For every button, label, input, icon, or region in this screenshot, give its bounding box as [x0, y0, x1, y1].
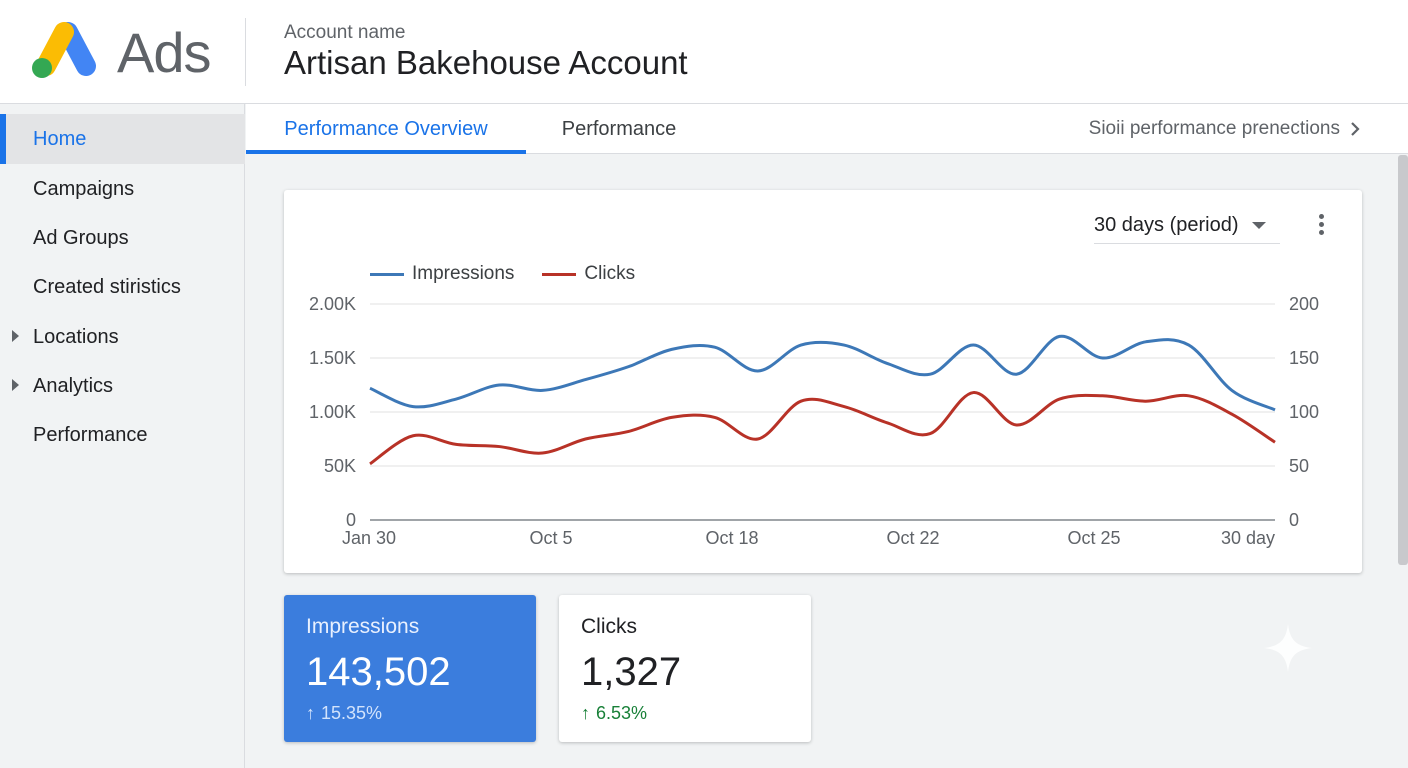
vertical-scrollbar[interactable]	[1398, 155, 1408, 565]
sidebar: Home Campaigns Ad Groups Created stirist…	[0, 104, 245, 768]
sidebar-item-analytics[interactable]: Analytics	[0, 361, 245, 411]
sidebar-item-label: Analytics	[33, 374, 114, 397]
stat-card-clicks[interactable]: Clicks 1,327 ↑ 6.53%	[559, 595, 811, 742]
sidebar-item-locations[interactable]: Locations	[0, 312, 245, 362]
legend-label: Clicks	[584, 263, 636, 284]
sidebar-item-created-stiristics[interactable]: Created stiristics	[0, 262, 245, 312]
x-tick-label: 30 day	[1221, 528, 1275, 548]
performance-chart-card: 0 0 50K 50 1.00K 100 1.50K 150 2.00K 200 Jan 30 Oct…	[284, 190, 1362, 573]
sidebar-item-ad-groups[interactable]: Ad Groups	[0, 213, 245, 263]
sidebar-item-label: Home	[33, 127, 87, 150]
top-header: Ads Account name Artisan Bakehouse Accou…	[0, 0, 1408, 104]
stat-change-value: 6.53%	[596, 703, 648, 723]
x-tick-label: Oct 25	[1067, 528, 1120, 548]
stat-card-impressions[interactable]: Impressions 143,502 ↑ 15.35%	[284, 595, 536, 742]
google-ads-logo-icon[interactable]	[28, 20, 98, 82]
sidebar-item-campaigns[interactable]: Campaigns	[0, 164, 245, 214]
arrow-up-icon: ↑	[581, 703, 590, 723]
y-left-tick-label: 50K	[324, 456, 356, 476]
sidebar-item-label: Locations	[33, 325, 119, 348]
y-right-tick-label: 200	[1289, 294, 1319, 314]
more-vert-icon[interactable]	[1308, 212, 1334, 240]
stat-label: Impressions	[306, 615, 420, 638]
x-tick-label: Oct 18	[705, 528, 758, 548]
x-tick-label: Jan 30	[342, 528, 396, 548]
tab-bar: Performance Overview Performance Sioii p…	[246, 104, 1408, 154]
arrow-up-icon: ↑	[306, 703, 315, 723]
caret-right-icon[interactable]	[12, 330, 19, 342]
legend-swatch	[542, 272, 577, 276]
tab-performance[interactable]: Performance	[526, 104, 712, 154]
sidebar-item-label: Performance	[33, 423, 148, 446]
dropdown-arrow-icon	[1252, 222, 1266, 229]
period-dropdown[interactable]: 30 days (period)	[1094, 208, 1280, 244]
tab-performance-overview[interactable]: Performance Overview	[246, 104, 526, 154]
account-name[interactable]: Artisan Bakehouse Account	[284, 44, 688, 82]
y-right-tick-label: 100	[1289, 402, 1319, 422]
sidebar-item-label: Campaigns	[33, 177, 135, 200]
y-right-tick-label: 150	[1289, 348, 1319, 368]
y-left-tick-label: 1.00K	[309, 402, 356, 422]
stat-change-value: 15.35%	[321, 703, 383, 723]
legend-item-impressions[interactable]: Impressions	[370, 263, 514, 285]
stat-value: 1,327	[581, 650, 682, 694]
x-tick-label: Oct 5	[529, 528, 572, 548]
y-right-tick-label: 0	[1289, 510, 1299, 530]
legend-swatch	[370, 272, 404, 276]
stat-label: Clicks	[581, 615, 637, 638]
sidebar-item-label: Created stiristics	[33, 275, 181, 298]
caret-right-icon[interactable]	[12, 379, 19, 391]
x-tick-label: Oct 22	[886, 528, 939, 548]
series-line-impressions	[369, 334, 1276, 412]
legend-label: Impressions	[412, 263, 515, 284]
y-left-tick-label: 1.50K	[309, 348, 356, 368]
period-dropdown-value: 30 days (period)	[1094, 214, 1239, 236]
chevron-right-icon[interactable]	[1346, 120, 1364, 138]
performance-predictions-link[interactable]: Sioii performance prenections	[1089, 104, 1340, 154]
y-left-tick-label: 2.00K	[309, 294, 356, 314]
stat-value: 143,502	[306, 650, 451, 694]
performance-line-chart: 0 0 50K 50 1.00K 100 1.50K 150 2.00K 200 Jan 30 Oct…	[309, 294, 1319, 548]
chart-legend: Impressions Clicks	[370, 262, 663, 286]
stat-change: ↑ 15.35%	[306, 703, 514, 724]
product-name: Ads	[117, 21, 211, 84]
tab-label: Performance Overview	[284, 117, 488, 140]
stat-change: ↑ 6.53%	[581, 703, 789, 724]
series-line-clicks	[369, 391, 1276, 466]
y-right-tick-label: 50	[1289, 456, 1309, 476]
tab-label: Performance	[561, 117, 677, 140]
header-divider	[245, 18, 246, 86]
y-left-tick-label: 0	[346, 510, 356, 530]
legend-item-clicks[interactable]: Clicks	[542, 263, 635, 285]
account-label: Account name	[284, 22, 406, 43]
sidebar-item-home[interactable]: Home	[0, 114, 245, 164]
sparkle-icon	[1264, 624, 1312, 672]
sidebar-item-performance[interactable]: Performance	[0, 410, 245, 460]
sidebar-item-label: Ad Groups	[33, 226, 129, 249]
